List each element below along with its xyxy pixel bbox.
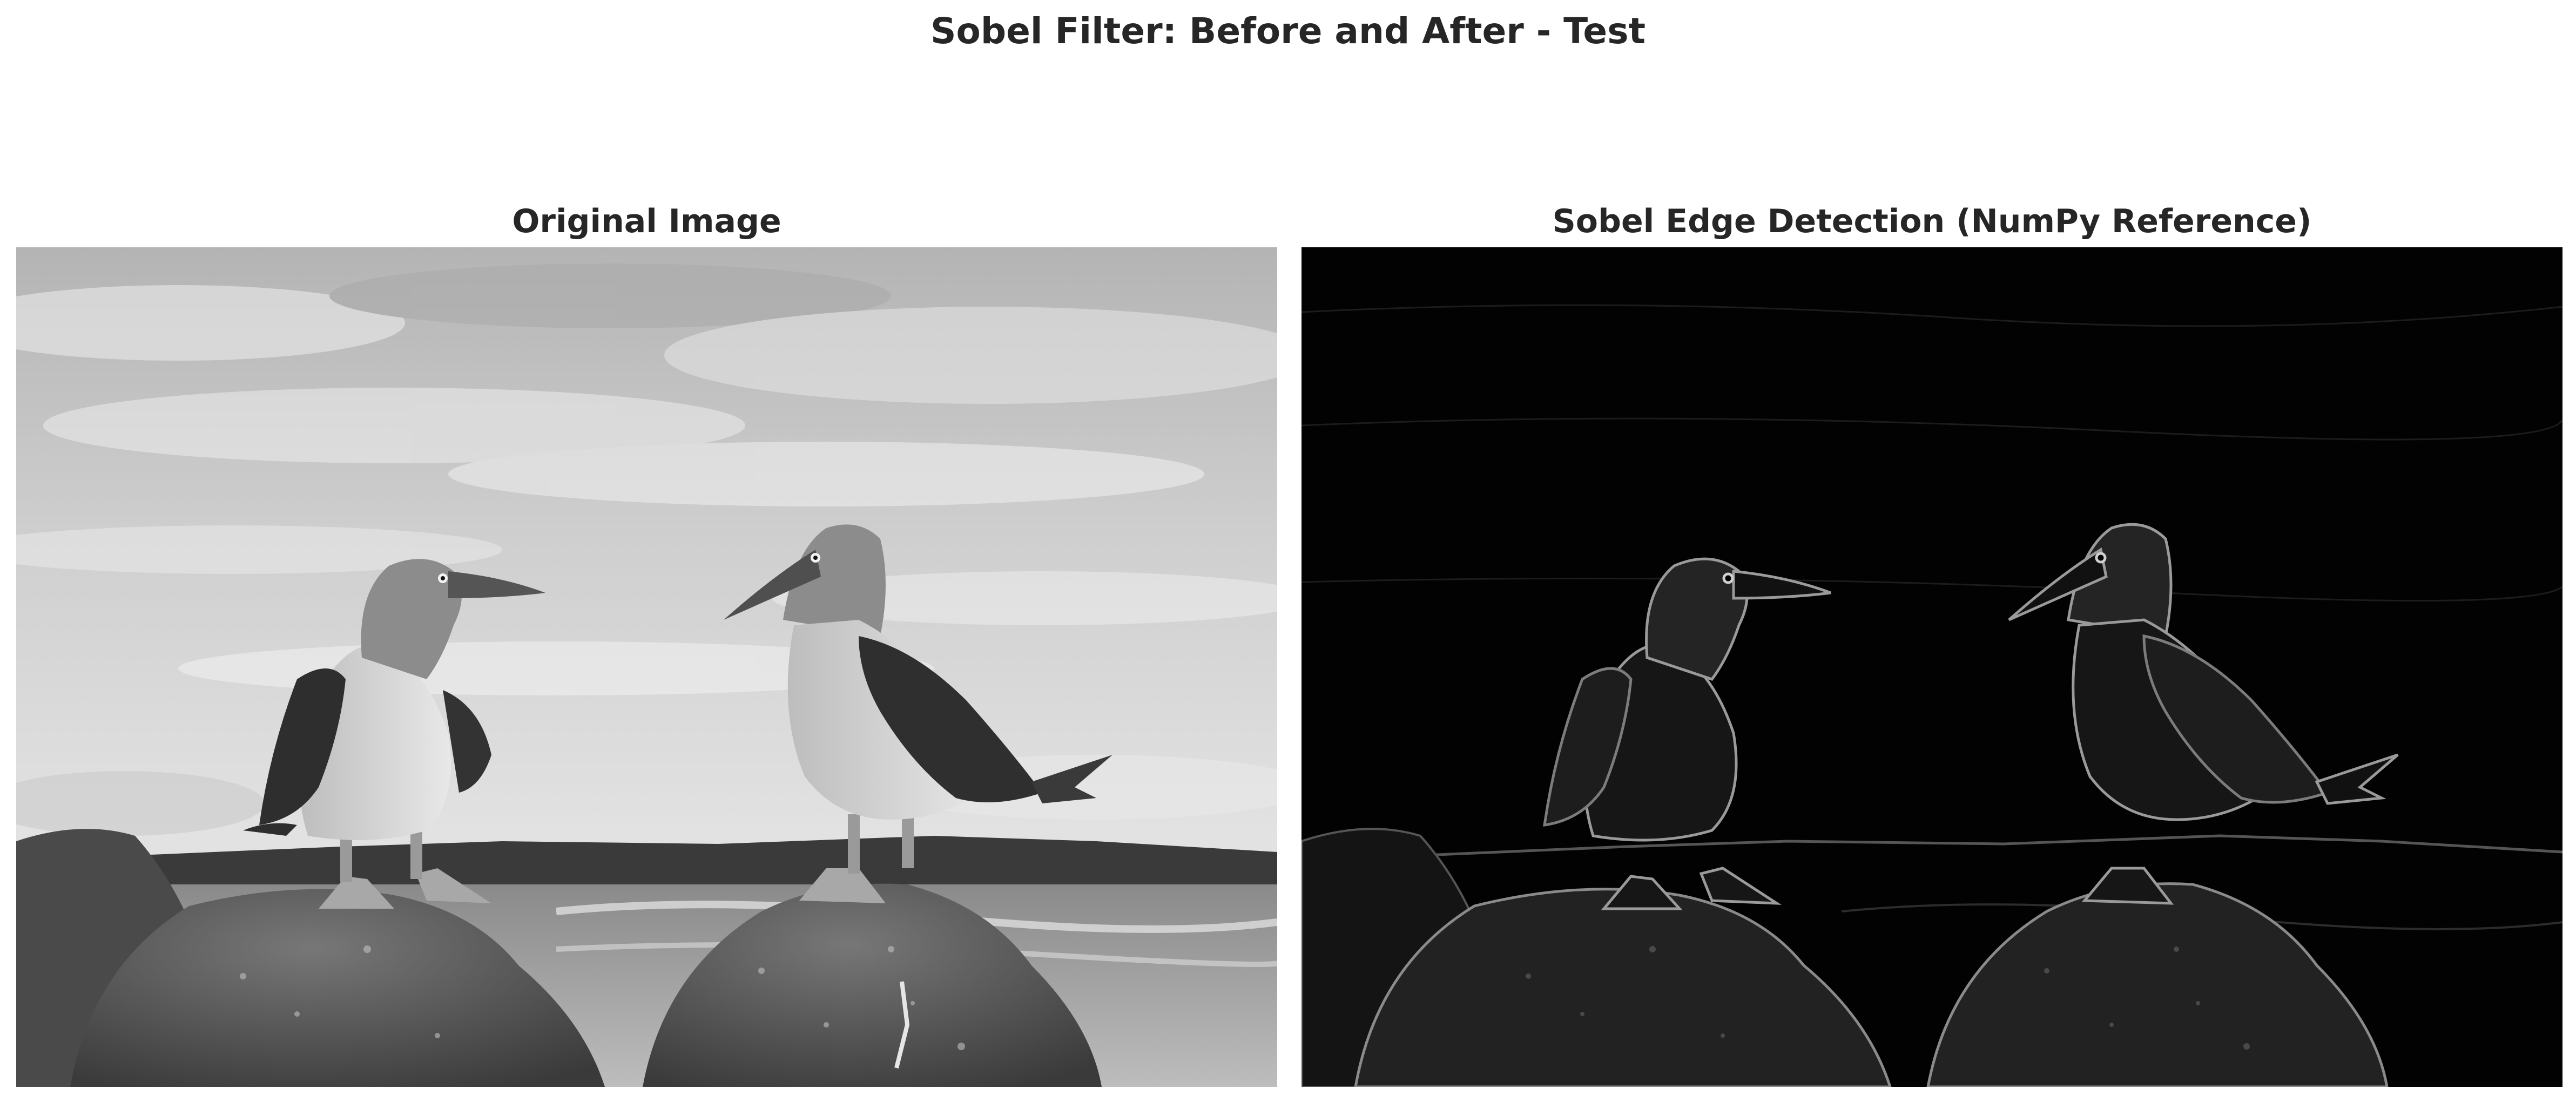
original-image xyxy=(16,247,1277,1087)
figure-title: Sobel Filter: Before and After - Test xyxy=(930,10,1646,52)
original-image-title: Original Image xyxy=(512,202,781,240)
sobel-edge-image xyxy=(1302,247,2562,1087)
sobel-image-title: Sobel Edge Detection (NumPy Reference) xyxy=(1552,202,2312,240)
